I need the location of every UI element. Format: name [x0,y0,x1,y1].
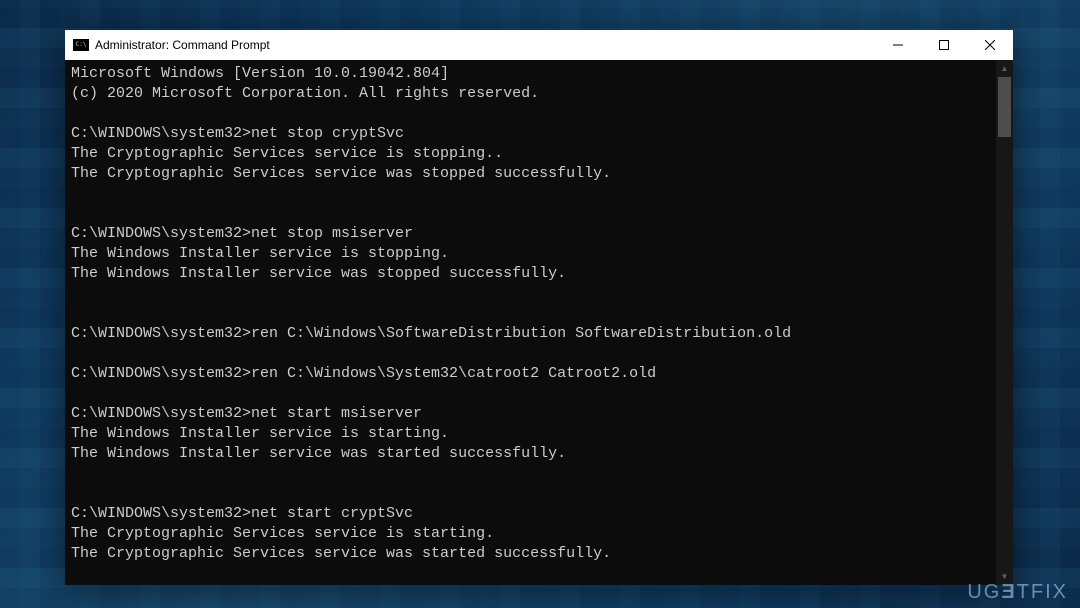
terminal-line: C:\WINDOWS\system32>net start msiserver [71,404,996,424]
terminal-line: The Windows Installer service was starte… [71,444,996,464]
terminal-line [71,384,996,404]
terminal-line: The Windows Installer service is stoppin… [71,244,996,264]
terminal-line: The Cryptographic Services service was s… [71,164,996,184]
terminal-output: Microsoft Windows [Version 10.0.19042.80… [65,60,996,585]
cmd-icon [73,39,89,51]
scroll-up-arrow-icon[interactable]: ▲ [996,60,1013,77]
terminal-body[interactable]: Microsoft Windows [Version 10.0.19042.80… [65,60,1013,585]
terminal-line: C:\WINDOWS\system32>net stop msiserver [71,224,996,244]
terminal-line [71,464,996,484]
window-title: Administrator: Command Prompt [95,38,875,52]
terminal-line [71,304,996,324]
terminal-line: (c) 2020 Microsoft Corporation. All righ… [71,84,996,104]
terminal-line: The Cryptographic Services service is st… [71,524,996,544]
terminal-line [71,484,996,504]
terminal-line [71,204,996,224]
terminal-line: The Cryptographic Services service is st… [71,144,996,164]
watermark: UGƎTFIX [967,581,1068,604]
scroll-thumb[interactable] [998,77,1011,137]
terminal-line: C:\WINDOWS\system32>ren C:\Windows\Softw… [71,324,996,344]
command-prompt-window: Administrator: Command Prompt Microsoft … [65,30,1013,585]
terminal-line: The Windows Installer service was stoppe… [71,264,996,284]
terminal-line: Microsoft Windows [Version 10.0.19042.80… [71,64,996,84]
scrollbar[interactable]: ▲ ▼ [996,60,1013,585]
terminal-line [71,104,996,124]
minimize-button[interactable] [875,30,921,60]
titlebar[interactable]: Administrator: Command Prompt [65,30,1013,60]
maximize-button[interactable] [921,30,967,60]
close-button[interactable] [967,30,1013,60]
terminal-line: C:\WINDOWS\system32>ren C:\Windows\Syste… [71,364,996,384]
terminal-line [71,344,996,364]
terminal-line: The Windows Installer service is startin… [71,424,996,444]
terminal-line [71,184,996,204]
terminal-line [71,284,996,304]
terminal-line: The Cryptographic Services service was s… [71,544,996,564]
terminal-line: C:\WINDOWS\system32>net stop cryptSvc [71,124,996,144]
terminal-line: C:\WINDOWS\system32>net start cryptSvc [71,504,996,524]
